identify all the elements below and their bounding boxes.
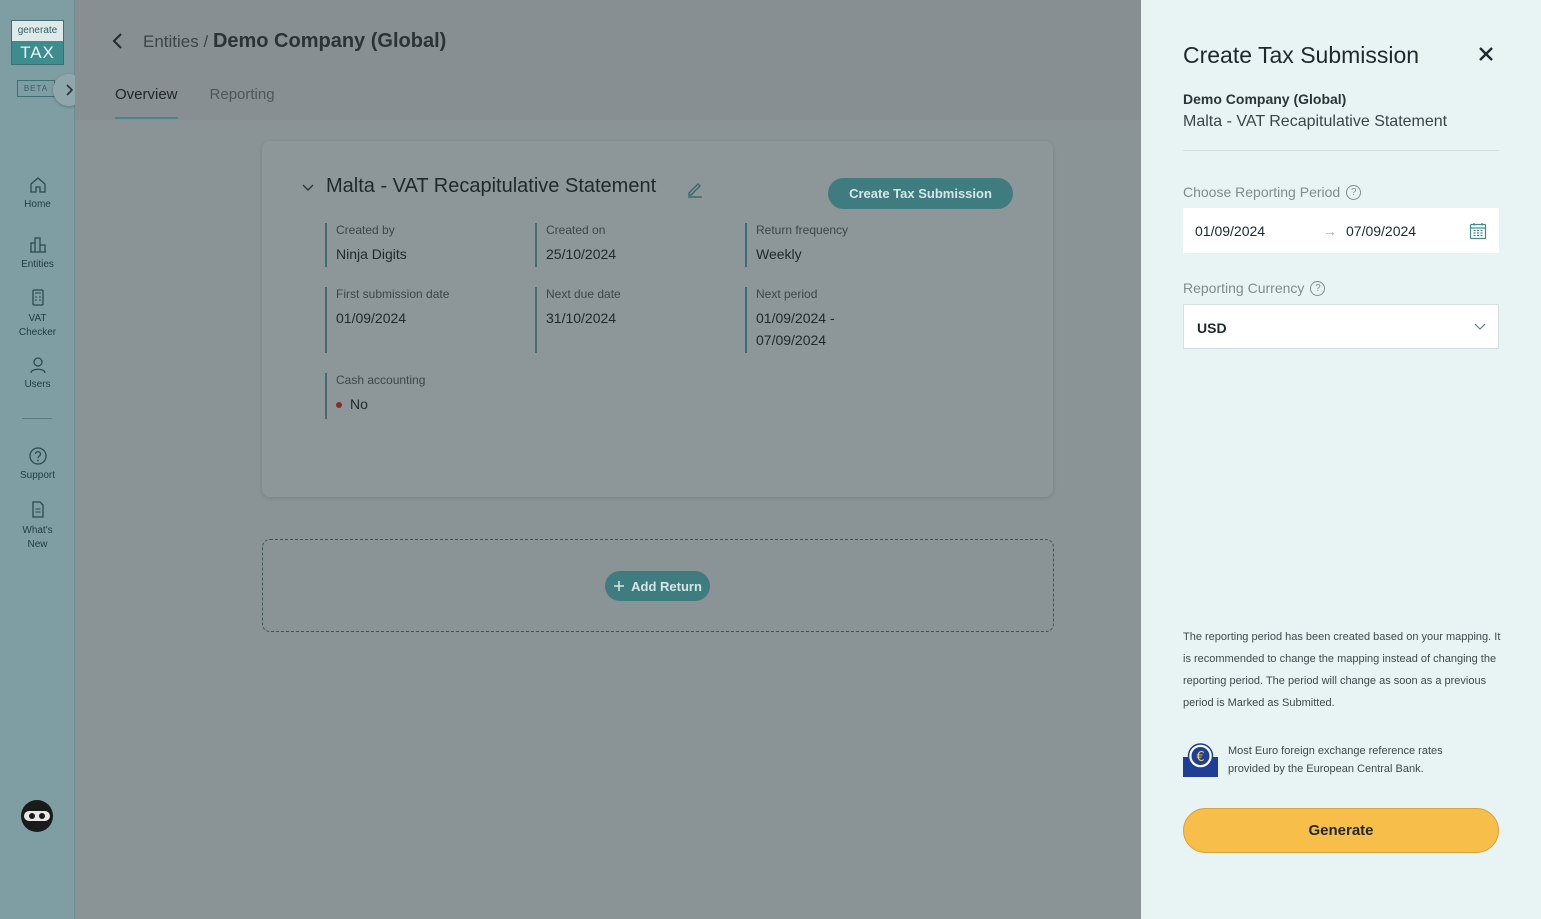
create-tax-submission-button[interactable]: Create Tax Submission (828, 178, 1013, 209)
sidebar-item-support[interactable]: Support (0, 446, 75, 481)
sidebar-item-label: What's New (22, 525, 53, 550)
calculator-icon (31, 289, 44, 306)
return-title: Malta - VAT Recapitulative Statement (326, 175, 657, 197)
field-label: Created by (336, 223, 395, 237)
sidebar-divider (22, 418, 52, 419)
page-header: Entities / Demo Company (Global) Overvie… (75, 0, 1141, 120)
beta-badge: BETA (17, 80, 55, 97)
reporting-currency-select[interactable]: USD (1183, 304, 1499, 349)
sidebar-item-label: VAT Checker (18, 313, 57, 338)
help-icon[interactable]: ? (1346, 184, 1362, 200)
period-end-input[interactable]: 07/09/2024 (1346, 223, 1416, 239)
cash-accounting-value: No (350, 396, 368, 412)
plus-icon (614, 581, 625, 591)
reporting-period-range-picker[interactable]: 01/09/2024 → 07/09/2024 (1183, 208, 1499, 253)
field-label: Next due date (546, 287, 621, 301)
field-next-period: Next period 01/09/2024 - 07/09/2024 (745, 287, 835, 353)
sidebar: generate TAX BETA Home Entities VAT Chec… (0, 0, 85, 919)
sidebar-item-label: Home (24, 199, 51, 210)
sidebar-item-label: Support (19, 470, 56, 481)
sidebar-item-entities[interactable]: Entities (0, 235, 75, 270)
chevron-down-icon[interactable] (301, 183, 315, 193)
sidebar-item-label: Users (24, 379, 51, 390)
calendar-icon[interactable] (1469, 222, 1487, 240)
create-tax-submission-drawer: Create Tax Submission Demo Company (Glob… (1141, 0, 1541, 919)
document-icon (31, 501, 44, 518)
generate-button[interactable]: Generate (1183, 808, 1499, 853)
tab-reporting[interactable]: Reporting (210, 86, 275, 119)
user-icon (29, 357, 46, 374)
sidebar-item-home[interactable]: Home (0, 175, 75, 210)
drawer-divider (1183, 150, 1499, 151)
help-icon[interactable]: ? (1310, 280, 1326, 296)
sidebar-item-users[interactable]: Users (0, 355, 75, 390)
field-value: No (336, 393, 425, 415)
page-title: Demo Company (Global) (212, 30, 447, 52)
field-first-submission-date: First submission date 01/09/2024 (325, 287, 449, 353)
field-label: Cash accounting (336, 373, 426, 387)
avatar[interactable] (21, 800, 53, 832)
add-return-button[interactable]: Add Return (605, 571, 710, 601)
field-value: 25/10/2024 (546, 246, 617, 262)
drawer-company: Demo Company (Global) (1183, 91, 1347, 107)
range-arrow-icon: → (1323, 222, 1337, 239)
field-label: Next period (756, 287, 818, 301)
reporting-period-label: Choose Reporting Period ? (1183, 184, 1362, 200)
field-created-by: Created by Ninja Digits (325, 223, 407, 267)
field-value: Ninja Digits (336, 246, 407, 262)
svg-text:€: € (1196, 750, 1204, 765)
add-return-label: Add Return (631, 578, 702, 594)
reporting-period-note: The reporting period has been created ba… (1183, 631, 1501, 709)
sidebar-item-label: Entities (21, 259, 54, 270)
building-icon (29, 237, 46, 253)
breadcrumb: Entities / Demo Company (Global) (143, 30, 446, 53)
ecb-attribution: Most Euro foreign exchange reference rat… (1228, 745, 1443, 775)
close-icon[interactable] (1478, 46, 1494, 62)
sidebar-item-whats-new[interactable]: What's New (0, 500, 75, 552)
app-logo[interactable]: generate TAX (11, 20, 64, 65)
logo-bottom-text: TAX (12, 41, 63, 64)
field-label: First submission date (336, 287, 450, 301)
reporting-period-label-text: Choose Reporting Period (1183, 184, 1341, 200)
tab-overview[interactable]: Overview (115, 86, 178, 119)
chevron-right-icon (66, 84, 74, 96)
field-value: 01/09/2024 (336, 310, 407, 326)
pencil-icon[interactable] (686, 180, 704, 198)
home-icon (29, 177, 46, 193)
breadcrumb-parent[interactable]: Entities / (143, 32, 208, 51)
field-return-frequency: Return frequency Weekly (745, 223, 848, 267)
logo-top-text: generate (12, 21, 63, 41)
field-value: 31/10/2024 (546, 310, 617, 326)
field-next-due-date: Next due date 31/10/2024 (535, 287, 621, 353)
sidebar-item-vat-checker[interactable]: VAT Checker (0, 288, 75, 340)
field-label: Created on (546, 223, 606, 237)
field-created-on: Created on 25/10/2024 (535, 223, 616, 267)
next-period-start: 01/09/2024 - (756, 310, 835, 326)
field-value: 01/09/2024 - 07/09/2024 (756, 307, 835, 351)
field-label: Return frequency (756, 223, 849, 237)
help-circle-icon (28, 447, 47, 465)
ecb-logo-icon: € (1183, 743, 1218, 777)
field-cash-accounting: Cash accounting No (325, 373, 425, 419)
reporting-currency-label-text: Reporting Currency (1183, 280, 1305, 296)
tab-bar: Overview Reporting (115, 86, 275, 119)
status-dot-icon (336, 402, 342, 409)
back-arrow-icon[interactable] (108, 30, 128, 52)
next-period-end: 07/09/2024 (756, 332, 827, 348)
ninja-avatar-icon (24, 811, 50, 821)
drawer-title: Create Tax Submission (1183, 42, 1420, 68)
currency-selected-value: USD (1197, 320, 1227, 336)
field-value: Weekly (756, 246, 802, 262)
drawer-statement: Malta - VAT Recapitulative Statement (1183, 113, 1448, 130)
chevron-down-icon (1474, 323, 1486, 330)
period-start-input[interactable]: 01/09/2024 (1195, 223, 1265, 239)
reporting-currency-label: Reporting Currency ? (1183, 280, 1326, 296)
